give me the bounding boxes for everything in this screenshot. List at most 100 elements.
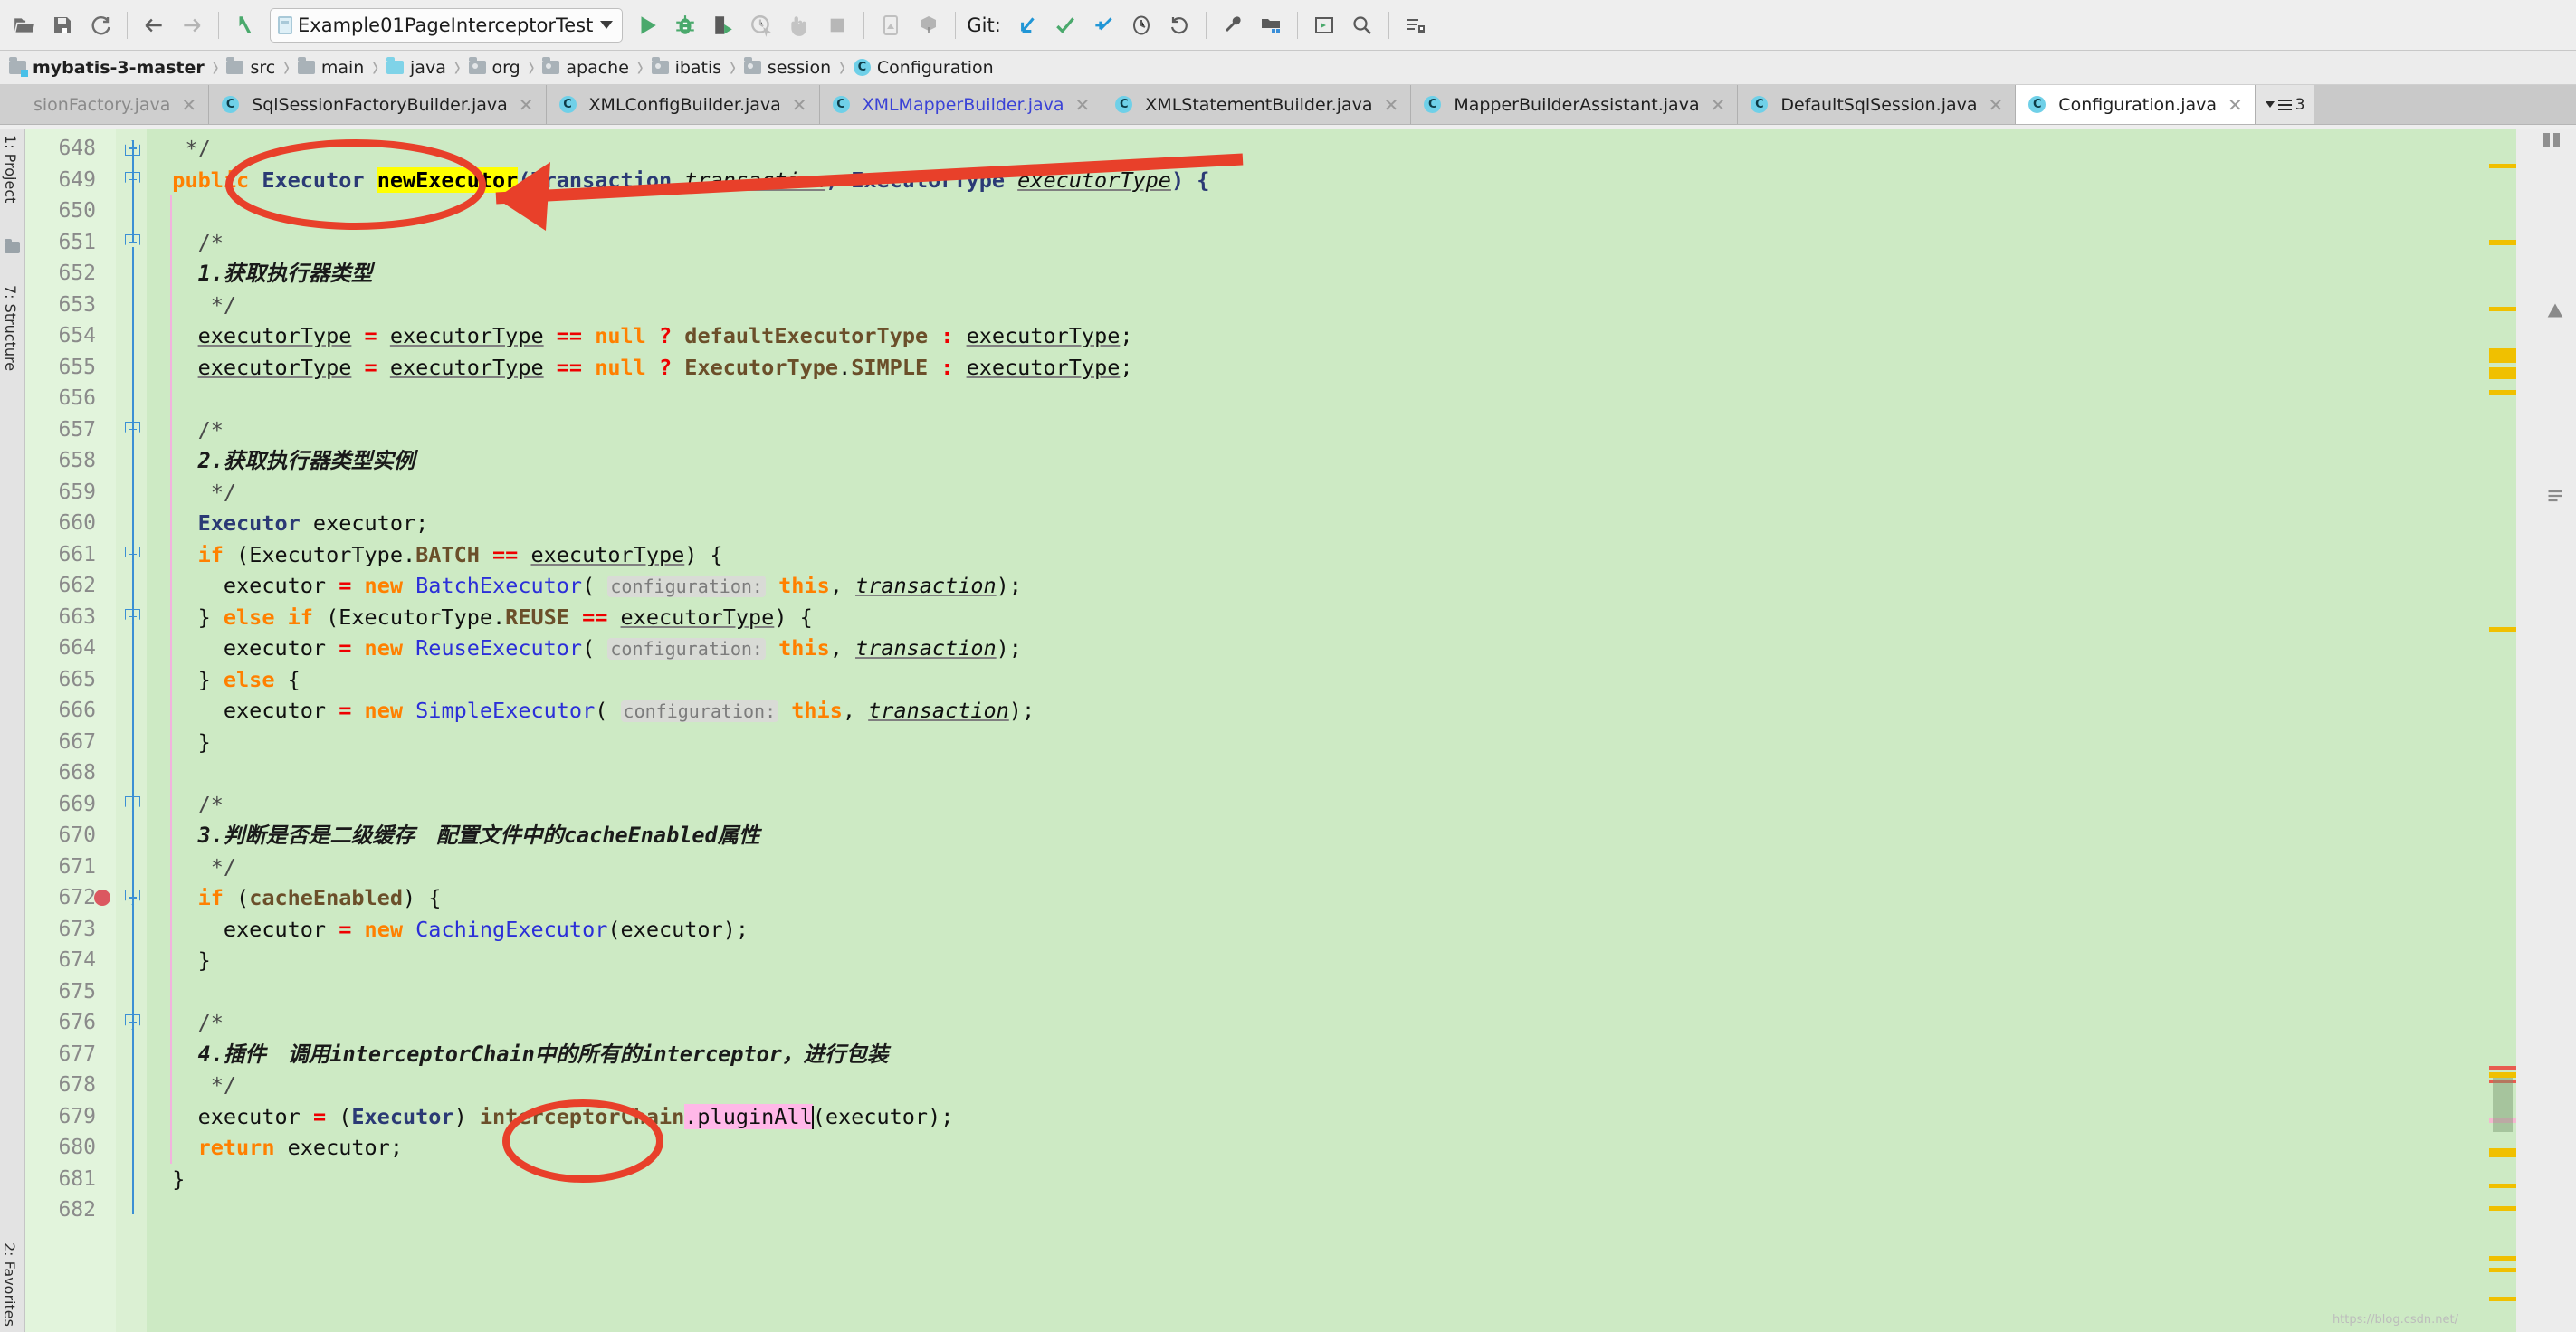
code-line[interactable]: 4.插件 调用interceptorChain中的所有的interceptor，… — [147, 1039, 889, 1070]
run-with-coverage-icon[interactable] — [706, 8, 740, 43]
sidebar-item-favorites[interactable]: 2: Favorites — [1, 1242, 18, 1327]
forward-arrow-icon[interactable] — [175, 8, 209, 43]
line-number[interactable]: 667 — [25, 727, 96, 758]
code-line[interactable]: */ — [147, 133, 210, 165]
breakpoint-marker[interactable] — [94, 890, 110, 906]
tab-xmlmapperbuilder[interactable]: C XMLMapperBuilder.java ✕ — [819, 85, 1103, 124]
warning-icon[interactable] — [2545, 301, 2565, 325]
code-line[interactable]: executorType = executorType == null ? Ex… — [147, 352, 1133, 384]
code-line[interactable]: /* — [147, 227, 224, 259]
tab-sqlsessionfactory[interactable]: sionFactory.java ✕ — [0, 85, 210, 124]
code-line[interactable]: */ — [147, 477, 236, 509]
code-line[interactable]: public Executor newExecutor(Transaction … — [147, 165, 1209, 196]
line-number[interactable]: 664 — [25, 633, 96, 664]
breadcrumb-item-mybatis-3-master[interactable]: mybatis-3-master — [9, 57, 205, 78]
code-line[interactable]: Executor executor; — [147, 508, 429, 539]
code-line[interactable]: } — [147, 945, 211, 976]
line-number[interactable]: 653 — [25, 290, 96, 321]
search-match-marker[interactable] — [2489, 307, 2516, 311]
breadcrumb-item-src[interactable]: src — [226, 57, 275, 78]
tab-xmlconfigbuilder[interactable]: C XMLConfigBuilder.java ✕ — [546, 85, 820, 124]
line-number[interactable]: 651 — [25, 227, 96, 259]
code-line[interactable]: */ — [147, 852, 236, 883]
run-icon[interactable] — [630, 8, 664, 43]
code-line[interactable]: return executor; — [147, 1132, 403, 1164]
line-number-gutter[interactable]: 648 649 650 651 652 653 654 655 656 657 658 659 660 6… — [25, 129, 116, 1332]
code-line[interactable]: executor = (Executor) interceptorChain.p… — [147, 1101, 953, 1133]
search-match-marker[interactable] — [2489, 348, 2516, 363]
search-match-marker[interactable] — [2489, 367, 2516, 379]
sdk-manager-icon[interactable] — [911, 8, 946, 43]
update-project-icon[interactable] — [1010, 8, 1045, 43]
line-number[interactable]: 652 — [25, 258, 96, 290]
code-line[interactable]: 2.获取执行器类型实例 — [147, 445, 415, 477]
tab-close-icon[interactable]: ✕ — [1989, 96, 2004, 114]
tab-configuration[interactable]: C Configuration.java ✕ — [2016, 85, 2256, 124]
tab-close-icon[interactable]: ✕ — [181, 96, 196, 114]
code-folding-strip[interactable] — [116, 129, 147, 1332]
tab-mapperbuilderassistant[interactable]: C MapperBuilderAssistant.java ✕ — [1411, 85, 1739, 124]
search-match-marker[interactable] — [2489, 390, 2516, 395]
search-everywhere-icon[interactable] — [1345, 8, 1379, 43]
sidebar-item-project[interactable]: 1: Project — [2, 135, 19, 203]
breadcrumb-item-org[interactable]: org — [468, 57, 520, 78]
save-all-icon[interactable] — [45, 8, 80, 43]
chevron-down-icon[interactable] — [600, 21, 614, 29]
code-line[interactable]: } — [147, 1164, 185, 1195]
run-configuration-selector[interactable]: Example01PageInterceptorTest — [270, 7, 624, 43]
sidebar-item-structure[interactable]: 7: Structure — [2, 285, 19, 371]
line-number[interactable]: 675 — [25, 976, 96, 1008]
code-line[interactable]: executor = new ReuseExecutor( configurat… — [147, 633, 1022, 664]
code-line[interactable]: executor = new CachingExecutor(executor)… — [147, 914, 749, 946]
debug-icon[interactable] — [668, 8, 702, 43]
line-number[interactable]: 654 — [25, 320, 96, 352]
line-number[interactable]: 658 — [25, 445, 96, 477]
back-arrow-icon[interactable] — [137, 8, 171, 43]
line-number[interactable]: 666 — [25, 695, 96, 727]
line-number[interactable]: 656 — [25, 383, 96, 414]
line-number[interactable]: 680 — [25, 1132, 96, 1164]
tab-overflow-button[interactable]: 3 — [2255, 85, 2314, 124]
code-line[interactable]: /* — [147, 1007, 224, 1039]
breadcrumb-item-java[interactable]: java — [386, 57, 446, 78]
attach-process-icon[interactable] — [782, 8, 816, 43]
code-line[interactable]: } else if (ExecutorType.REUSE == executo… — [147, 602, 813, 633]
database-icon[interactable] — [1398, 8, 1433, 43]
tab-close-icon[interactable]: ✕ — [519, 96, 534, 114]
breadcrumb-item-configuration[interactable]: C Configuration — [853, 58, 994, 78]
code-line[interactable]: executorType = executorType == null ? de… — [147, 320, 1133, 352]
code-text-area[interactable]: */ public Executor newExecutor(Transacti… — [147, 129, 2576, 1332]
code-line[interactable]: } — [147, 727, 211, 758]
scrollbar-thumb[interactable] — [2493, 1078, 2513, 1132]
code-line[interactable]: /* — [147, 414, 224, 446]
line-number[interactable]: 673 — [25, 914, 96, 946]
search-match-marker[interactable] — [2489, 1256, 2516, 1261]
line-number[interactable]: 678 — [25, 1070, 96, 1101]
editor-marker-track[interactable] — [2489, 129, 2516, 1332]
breadcrumb-item-session[interactable]: session — [743, 57, 831, 78]
tab-sqlsessionfactorybuilder[interactable]: C SqlSessionFactoryBuilder.java ✕ — [209, 85, 547, 124]
commit-icon[interactable] — [1048, 8, 1083, 43]
terminal-icon[interactable] — [1307, 8, 1341, 43]
tab-close-icon[interactable]: ✕ — [2228, 96, 2243, 114]
open-folder-icon[interactable] — [7, 8, 42, 43]
code-line[interactable]: */ — [147, 290, 236, 321]
search-match-marker[interactable] — [2489, 240, 2516, 245]
tab-xmlstatementbuilder[interactable]: C XMLStatementBuilder.java ✕ — [1102, 85, 1412, 124]
code-line[interactable]: */ — [147, 1070, 236, 1101]
settings-wrench-icon[interactable] — [1216, 8, 1250, 43]
sync-refresh-icon[interactable] — [83, 8, 118, 43]
tab-defaultsqlsession[interactable]: C DefaultSqlSession.java ✕ — [1738, 85, 2017, 124]
line-number[interactable]: 670 — [25, 820, 96, 852]
line-number[interactable]: 665 — [25, 664, 96, 696]
editor-marker-bar[interactable] — [2480, 129, 2576, 1332]
line-number[interactable]: 674 — [25, 945, 96, 976]
line-number[interactable]: 676 — [25, 1007, 96, 1039]
line-number[interactable]: 671 — [25, 852, 96, 883]
line-number[interactable]: 655 — [25, 352, 96, 384]
code-editor[interactable]: 648 649 650 651 652 653 654 655 656 657 658 659 660 6… — [25, 129, 2576, 1332]
code-line[interactable]: executor = new SimpleExecutor( configura… — [147, 695, 1035, 727]
search-match-marker[interactable] — [2489, 627, 2516, 632]
search-match-marker[interactable] — [2489, 1148, 2516, 1157]
line-number[interactable]: 682 — [25, 1194, 96, 1226]
